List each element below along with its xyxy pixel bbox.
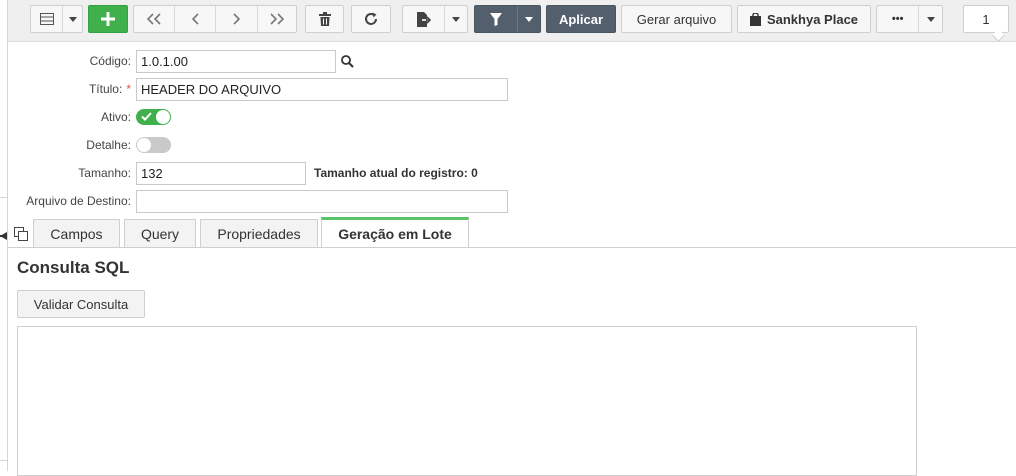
- destino-label: Arquivo de Destino:: [26, 194, 131, 208]
- add-button[interactable]: [88, 5, 128, 33]
- refresh-icon: [365, 12, 377, 25]
- delete-button[interactable]: [305, 5, 344, 33]
- apply-button[interactable]: Aplicar: [546, 5, 616, 33]
- page-number[interactable]: 1: [963, 5, 1009, 33]
- left-panel-divider: [0, 197, 7, 198]
- left-panel-border: [7, 0, 8, 471]
- tamanho-label: Tamanho:: [78, 166, 131, 180]
- tab-query[interactable]: Query: [124, 219, 196, 247]
- caret-down-icon: [525, 16, 534, 22]
- titulo-label-text: Título:: [88, 82, 123, 96]
- panel-title: Consulta SQL: [17, 258, 130, 277]
- ativo-label: Ativo:: [100, 110, 131, 124]
- titulo-field[interactable]: HEADER DO ARQUIVO: [136, 78, 508, 101]
- first-record-button[interactable]: [134, 6, 176, 32]
- chevron-right-icon: [233, 13, 240, 25]
- grid-icon: [39, 13, 54, 25]
- tabs-baseline: [8, 247, 1016, 248]
- tamanho-atual-text: Tamanho atual do registro: 0: [314, 166, 478, 180]
- more-group: •••: [876, 5, 943, 33]
- plus-icon: [101, 12, 115, 26]
- caret-down-icon: [452, 16, 461, 22]
- filter-dropdown[interactable]: [518, 6, 540, 32]
- more-dropdown[interactable]: [919, 6, 942, 32]
- sql-editor[interactable]: [17, 326, 917, 476]
- export-dropdown[interactable]: [445, 6, 467, 32]
- sankhya-place-button[interactable]: Sankhya Place: [737, 5, 871, 33]
- codigo-field[interactable]: 1.0.1.00: [136, 50, 336, 73]
- tab-geracao-em-lote[interactable]: Geração em Lote: [321, 217, 469, 247]
- validate-query-button[interactable]: Validar Consulta: [17, 290, 145, 318]
- search-icon[interactable]: [341, 55, 354, 71]
- more-button[interactable]: •••: [877, 6, 920, 32]
- codigo-label: Código:: [89, 54, 131, 68]
- export-button[interactable]: [403, 6, 446, 32]
- chevron-left-icon: [192, 13, 199, 25]
- next-record-button[interactable]: [216, 6, 258, 32]
- filter-group: [474, 5, 541, 33]
- shopping-bag-icon: [749, 12, 761, 26]
- filter-icon: [490, 12, 503, 26]
- left-panel-divider-bottom: [0, 460, 7, 461]
- copy-icon[interactable]: [14, 227, 28, 244]
- destino-field[interactable]: [136, 190, 508, 213]
- refresh-button[interactable]: [351, 5, 391, 33]
- tab-propriedades[interactable]: Propriedades: [200, 219, 318, 247]
- generate-file-button[interactable]: Gerar arquivo: [621, 5, 732, 33]
- file-export-icon: [416, 11, 431, 27]
- grid-view-button[interactable]: [31, 6, 64, 32]
- grid-view-dropdown[interactable]: [63, 6, 82, 32]
- trash-icon: [318, 12, 331, 26]
- navigation-group: [133, 5, 297, 33]
- toggle-knob: [137, 138, 151, 152]
- last-record-button[interactable]: [258, 6, 296, 32]
- detalhe-label: Detalhe:: [86, 138, 131, 152]
- filter-button[interactable]: [475, 6, 519, 32]
- toggle-knob: [156, 110, 170, 124]
- detalhe-toggle[interactable]: [136, 137, 171, 153]
- grid-view-group: [30, 5, 83, 33]
- sankhya-place-label: Sankhya Place: [766, 11, 859, 27]
- double-chevron-left-icon: [147, 13, 161, 25]
- previous-record-button[interactable]: [175, 6, 217, 32]
- titulo-label: Título: *: [89, 82, 131, 96]
- caret-down-icon: [926, 16, 935, 22]
- caret-down-icon: [68, 16, 77, 22]
- double-chevron-right-icon: [270, 13, 284, 25]
- required-marker: *: [126, 82, 131, 96]
- check-icon: [141, 112, 152, 121]
- tamanho-field[interactable]: 132: [136, 162, 306, 185]
- ativo-toggle[interactable]: [136, 109, 171, 125]
- export-group: [402, 5, 468, 33]
- collapse-arrow-icon[interactable]: [0, 229, 7, 243]
- tab-campos[interactable]: Campos: [33, 219, 120, 247]
